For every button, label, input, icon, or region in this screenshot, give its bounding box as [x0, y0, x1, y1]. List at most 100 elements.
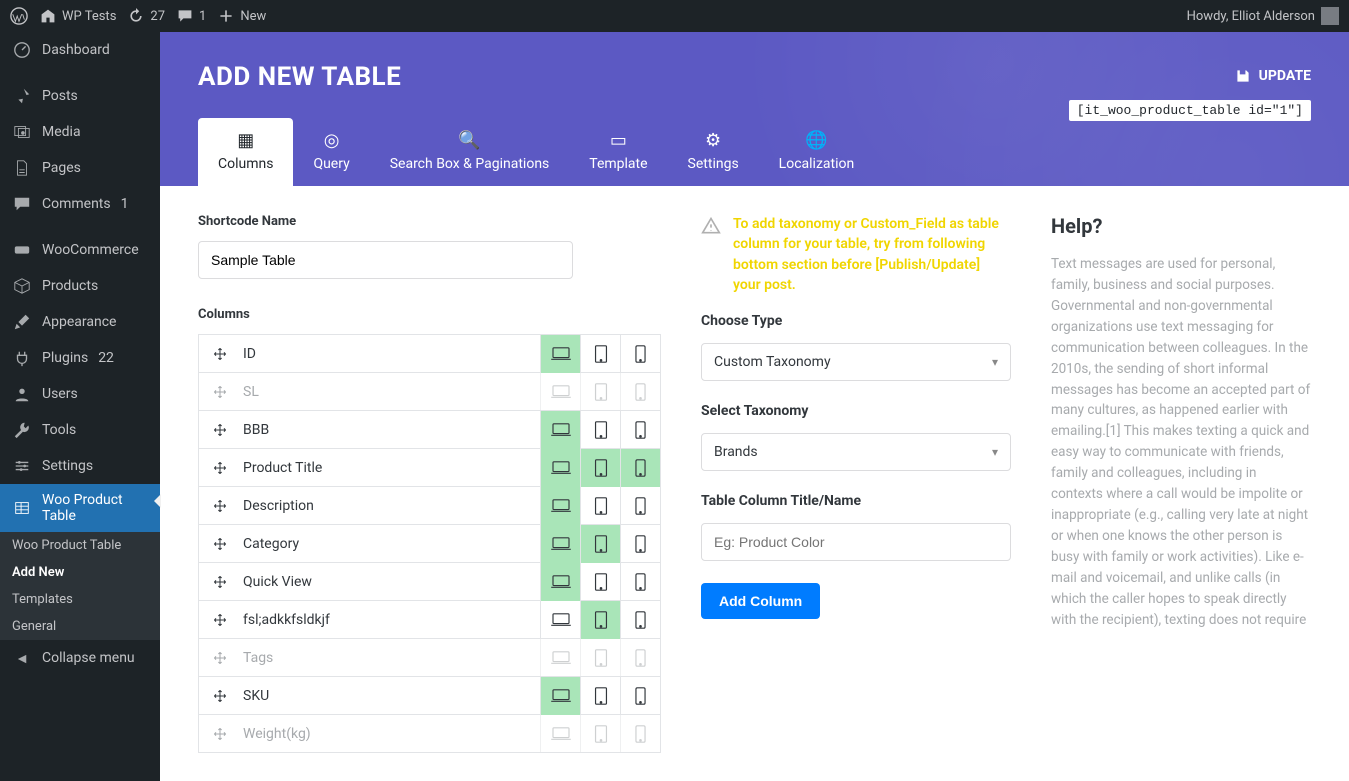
- tab-settings[interactable]: ⚙ Settings: [668, 118, 759, 186]
- drag-handle-icon[interactable]: [199, 460, 241, 476]
- drag-handle-icon[interactable]: [199, 422, 241, 438]
- submenu-general[interactable]: General: [0, 613, 160, 640]
- device-desktop-toggle[interactable]: [540, 373, 580, 411]
- device-desktop-toggle[interactable]: [540, 335, 580, 373]
- column-row: Weight(kg): [198, 715, 661, 753]
- device-tablet-toggle[interactable]: [580, 411, 620, 449]
- device-tablet-toggle[interactable]: [580, 373, 620, 411]
- tab-template[interactable]: ▭ Template: [569, 118, 667, 186]
- account-link[interactable]: Howdy, Elliot Alderson: [1187, 7, 1339, 25]
- save-icon: [1235, 68, 1251, 84]
- wp-logo[interactable]: [10, 7, 28, 25]
- admin-sidebar: Dashboard Posts Media Pages Comments1 Wo…: [0, 32, 160, 781]
- drag-handle-icon[interactable]: [199, 574, 241, 590]
- column-label[interactable]: Quick View: [241, 574, 540, 590]
- column-label[interactable]: SKU: [241, 688, 540, 704]
- device-mobile-toggle[interactable]: [620, 715, 660, 753]
- drag-handle-icon[interactable]: [199, 536, 241, 552]
- device-desktop-toggle[interactable]: [540, 525, 580, 563]
- update-button[interactable]: UPDATE: [1235, 68, 1311, 84]
- column-title-input[interactable]: [701, 523, 1011, 561]
- tab-icon: ▭: [610, 130, 627, 148]
- column-label[interactable]: Product Title: [241, 460, 540, 476]
- column-label[interactable]: fsl;adkkfsldkjf: [241, 612, 540, 628]
- menu-item-products[interactable]: Products: [0, 268, 160, 304]
- menu-item-comments[interactable]: Comments1: [0, 186, 160, 222]
- site-link[interactable]: WP Tests: [40, 8, 116, 24]
- device-tablet-toggle[interactable]: [580, 601, 620, 639]
- device-mobile-toggle[interactable]: [620, 449, 660, 487]
- submenu-templates[interactable]: Templates: [0, 586, 160, 613]
- menu-item-woocommerce[interactable]: WooCommerce: [0, 232, 160, 268]
- device-mobile-toggle[interactable]: [620, 677, 660, 715]
- tab-query[interactable]: ◎ Query: [293, 118, 369, 186]
- device-tablet-toggle[interactable]: [580, 715, 620, 753]
- tab-columns[interactable]: ▦ Columns: [198, 118, 293, 186]
- device-desktop-toggle[interactable]: [540, 563, 580, 601]
- shortcode-name-input[interactable]: [198, 241, 573, 279]
- drag-handle-icon[interactable]: [199, 498, 241, 514]
- comments-link[interactable]: 1: [177, 8, 206, 24]
- menu-item-pages[interactable]: Pages: [0, 150, 160, 186]
- submenu-add-new[interactable]: Add New: [0, 559, 160, 586]
- device-mobile-toggle[interactable]: [620, 563, 660, 601]
- column-label[interactable]: ID: [241, 346, 540, 362]
- device-mobile-toggle[interactable]: [620, 601, 660, 639]
- device-mobile-toggle[interactable]: [620, 639, 660, 677]
- drag-handle-icon[interactable]: [199, 346, 241, 362]
- menu-item-tools[interactable]: Tools: [0, 412, 160, 448]
- menu-item-media[interactable]: Media: [0, 114, 160, 150]
- new-link[interactable]: New: [218, 8, 266, 24]
- column-title-label: Table Column Title/Name: [701, 493, 1011, 509]
- device-desktop-toggle[interactable]: [540, 449, 580, 487]
- drag-handle-icon[interactable]: [199, 688, 241, 704]
- column-label[interactable]: Tags: [241, 650, 540, 666]
- device-tablet-toggle[interactable]: [580, 677, 620, 715]
- device-mobile-toggle[interactable]: [620, 373, 660, 411]
- device-mobile-toggle[interactable]: [620, 487, 660, 525]
- device-mobile-toggle[interactable]: [620, 525, 660, 563]
- device-desktop-toggle[interactable]: [540, 487, 580, 525]
- tab-search-box-paginations[interactable]: 🔍 Search Box & Paginations: [370, 118, 570, 186]
- device-desktop-toggle[interactable]: [540, 639, 580, 677]
- select-taxonomy-select[interactable]: Brands▾: [701, 433, 1011, 471]
- device-tablet-toggle[interactable]: [580, 639, 620, 677]
- collapse-icon: ◄: [12, 648, 32, 668]
- column-label[interactable]: BBB: [241, 422, 540, 438]
- menu-item-woo-product-table[interactable]: Woo Product Table: [0, 484, 160, 532]
- column-row: Description: [198, 487, 661, 525]
- tab-localization[interactable]: 🌐 Localization: [759, 118, 875, 186]
- column-label[interactable]: Weight(kg): [241, 726, 540, 742]
- menu-item-dashboard[interactable]: Dashboard: [0, 32, 160, 68]
- shortcode-name-label: Shortcode Name: [198, 214, 661, 229]
- menu-item-posts[interactable]: Posts: [0, 78, 160, 114]
- menu-item-plugins[interactable]: Plugins22: [0, 340, 160, 376]
- drag-handle-icon[interactable]: [199, 650, 241, 666]
- column-label[interactable]: Description: [241, 498, 540, 514]
- menu-item-appearance[interactable]: Appearance: [0, 304, 160, 340]
- column-label[interactable]: Category: [241, 536, 540, 552]
- choose-type-select[interactable]: Custom Taxonomy▾: [701, 343, 1011, 381]
- device-tablet-toggle[interactable]: [580, 335, 620, 373]
- device-tablet-toggle[interactable]: [580, 449, 620, 487]
- drag-handle-icon[interactable]: [199, 726, 241, 742]
- device-desktop-toggle[interactable]: [540, 715, 580, 753]
- updates-link[interactable]: 27: [128, 8, 165, 24]
- shortcode-display[interactable]: [it_woo_product_table id="1"]: [1069, 100, 1311, 121]
- device-desktop-toggle[interactable]: [540, 601, 580, 639]
- device-tablet-toggle[interactable]: [580, 563, 620, 601]
- menu-item-settings[interactable]: Settings: [0, 448, 160, 484]
- collapse-menu[interactable]: ◄ Collapse menu: [0, 640, 160, 676]
- drag-handle-icon[interactable]: [199, 384, 241, 400]
- device-tablet-toggle[interactable]: [580, 487, 620, 525]
- device-tablet-toggle[interactable]: [580, 525, 620, 563]
- add-column-button[interactable]: Add Column: [701, 583, 820, 619]
- column-label[interactable]: SL: [241, 384, 540, 400]
- menu-item-users[interactable]: Users: [0, 376, 160, 412]
- device-mobile-toggle[interactable]: [620, 335, 660, 373]
- drag-handle-icon[interactable]: [199, 612, 241, 628]
- device-desktop-toggle[interactable]: [540, 677, 580, 715]
- submenu-woo-product-table[interactable]: Woo Product Table: [0, 532, 160, 559]
- device-desktop-toggle[interactable]: [540, 411, 580, 449]
- device-mobile-toggle[interactable]: [620, 411, 660, 449]
